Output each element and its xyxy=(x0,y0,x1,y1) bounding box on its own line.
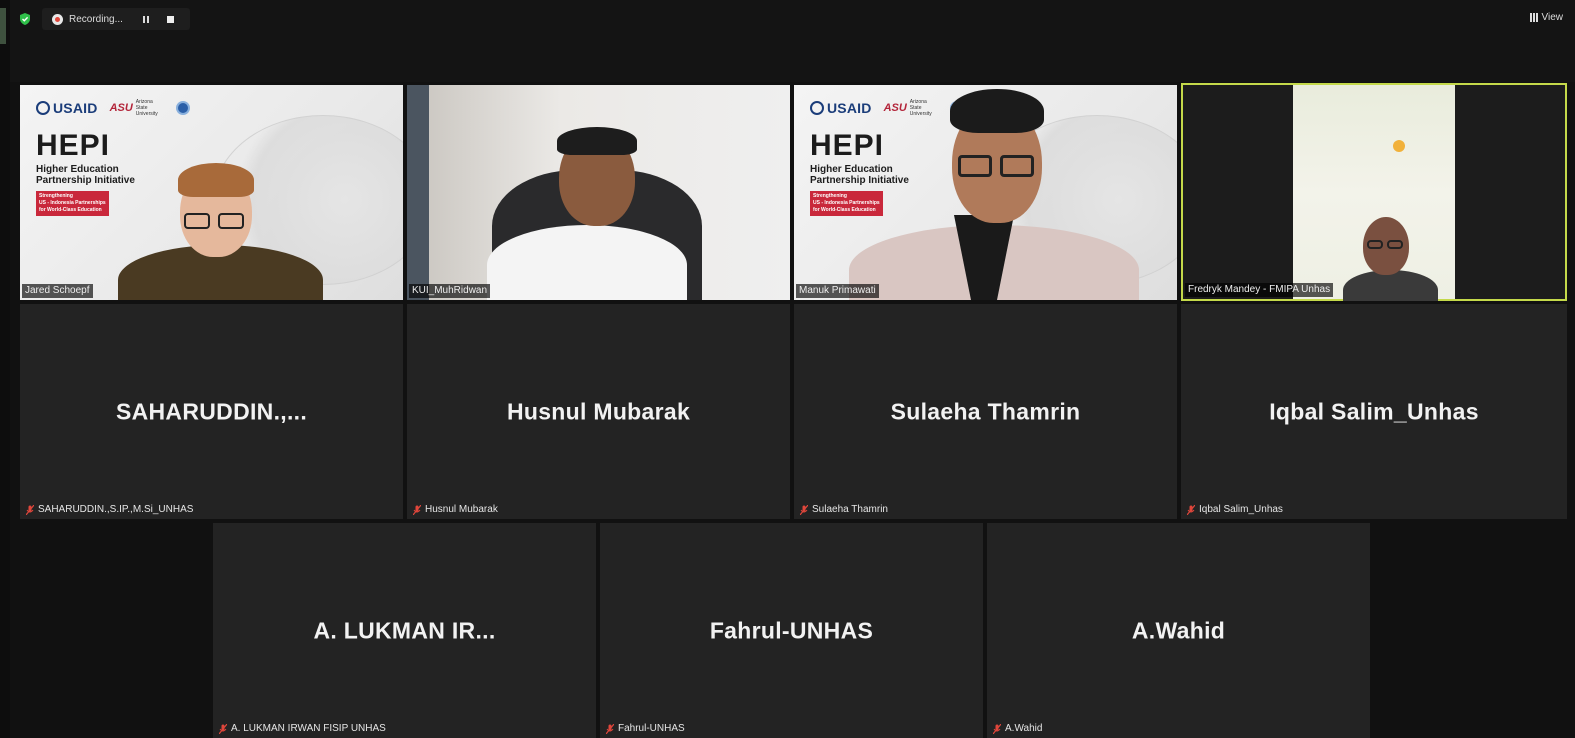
muted-mic-icon xyxy=(800,504,808,515)
participant-name: Fahrul-UNHAS xyxy=(618,723,685,734)
participant-display-name: SAHARUDDIN.,... xyxy=(115,398,308,424)
video-tile[interactable]: KUI_MuhRidwan xyxy=(407,85,790,300)
view-label: View xyxy=(1541,12,1564,23)
participant-name: SAHARUDDIN.,S.IP.,M.Si_UNHAS xyxy=(38,504,194,515)
participant-label: Fahrul-UNHAS xyxy=(606,723,685,734)
muted-mic-icon xyxy=(413,504,421,515)
background-object xyxy=(407,85,429,300)
glasses xyxy=(958,155,992,177)
participant-hair xyxy=(950,89,1044,133)
hepi-subtitle-line: Higher Education xyxy=(36,164,119,175)
participant-name: Iqbal Salim_Unhas xyxy=(1199,504,1283,515)
participant-label: Iqbal Salim_Unhas xyxy=(1187,504,1283,515)
hepi-subtitle: Higher Education Partnership Initiative xyxy=(810,164,909,186)
hepi-title: HEPI xyxy=(810,129,885,162)
usaid-seal-icon xyxy=(36,101,50,115)
recording-label: Recording... xyxy=(69,13,123,25)
muted-mic-icon xyxy=(219,723,227,734)
participant-tile[interactable]: Husnul Mubarak Husnul Mubarak xyxy=(407,304,790,519)
participant-tile[interactable]: Fahrul-UNHAS Fahrul-UNHAS xyxy=(600,523,983,738)
participant-tile[interactable]: A.Wahid A.Wahid xyxy=(987,523,1370,738)
sponsor-logos: USAID ASU Arizona State University xyxy=(36,99,190,117)
video-tile[interactable]: USAID ASU Arizona State University HEPI … xyxy=(794,85,1177,300)
hepi-tag-line: for World-Class Education xyxy=(39,207,102,213)
background-object xyxy=(1393,140,1405,152)
glasses xyxy=(1367,240,1383,249)
view-button[interactable]: View xyxy=(1529,12,1564,23)
participant-name: Fredryk Mandey - FMIPA Unhas xyxy=(1185,283,1334,297)
glasses xyxy=(1387,240,1403,249)
participant-hair xyxy=(557,127,637,155)
participant-tile[interactable]: Sulaeha Thamrin Sulaeha Thamrin xyxy=(794,304,1177,519)
participant-figure xyxy=(487,225,687,300)
participant-label: Husnul Mubarak xyxy=(413,504,498,515)
hepi-tag-line: Strengthening xyxy=(813,193,847,199)
asu-logo-text: ASU xyxy=(109,102,133,114)
shield-check-icon[interactable] xyxy=(18,12,32,26)
pause-icon xyxy=(147,15,149,23)
hepi-tag-line: US - Indonesia Partnerships xyxy=(39,200,106,206)
participant-label: Sulaeha Thamrin xyxy=(800,504,888,515)
window-left-edge xyxy=(0,0,10,738)
participant-display-name: A. LUKMAN IR... xyxy=(313,617,496,643)
hepi-subtitle-line: Higher Education xyxy=(810,164,893,175)
hepi-title: HEPI xyxy=(36,129,111,162)
video-feed xyxy=(1293,85,1455,301)
hepi-tagline: Strengthening US - Indonesia Partnership… xyxy=(36,191,109,216)
video-tile[interactable]: USAID ASU Arizona State University HEPI … xyxy=(20,85,403,300)
asu-subtitle: Arizona State University xyxy=(909,99,932,117)
ministry-seal-icon xyxy=(175,101,190,115)
muted-mic-icon xyxy=(26,504,34,515)
recording-indicator: Recording... xyxy=(42,8,190,30)
hepi-subtitle-line: Partnership Initiative xyxy=(36,175,135,186)
glasses xyxy=(1000,155,1034,177)
participant-label: SAHARUDDIN.,S.IP.,M.Si_UNHAS xyxy=(26,504,193,515)
sponsor-logos: USAID ASU Arizona State University xyxy=(810,99,964,117)
participant-label: A.Wahid xyxy=(993,723,1042,734)
usaid-seal-icon xyxy=(810,101,824,115)
participant-hair xyxy=(178,163,254,197)
hepi-subtitle: Higher Education Partnership Initiative xyxy=(36,164,135,186)
participant-label: A. LUKMAN IRWAN FISIP UNHAS xyxy=(219,723,386,734)
hepi-tagline: Strengthening US - Indonesia Partnership… xyxy=(810,191,883,216)
glasses xyxy=(184,213,210,229)
participant-display-name: Iqbal Salim_Unhas xyxy=(1269,398,1479,424)
pause-icon xyxy=(143,15,145,23)
gallery-view-icon xyxy=(1529,13,1538,22)
stop-icon xyxy=(166,15,174,23)
asu-logo-text: ASU xyxy=(883,102,907,114)
record-icon xyxy=(52,13,63,25)
participant-display-name: Fahrul-UNHAS xyxy=(709,617,874,643)
muted-mic-icon xyxy=(993,723,1001,734)
participant-name: KUI_MuhRidwan xyxy=(409,284,491,298)
meeting-top-bar xyxy=(0,0,1575,82)
hepi-tag-line: Strengthening xyxy=(39,193,73,199)
muted-mic-icon xyxy=(606,723,614,734)
muted-mic-icon xyxy=(1187,504,1195,515)
participant-name: A.Wahid xyxy=(1005,723,1043,734)
pause-recording-button[interactable] xyxy=(137,12,155,26)
usaid-logo-text: USAID xyxy=(827,100,872,116)
participant-tile[interactable]: Iqbal Salim_Unhas Iqbal Salim_Unhas xyxy=(1181,304,1567,519)
hepi-subtitle-line: Partnership Initiative xyxy=(810,175,909,186)
participant-tile[interactable]: A. LUKMAN IR... A. LUKMAN IRWAN FISIP UN… xyxy=(213,523,596,738)
glasses xyxy=(218,213,244,229)
participant-tile[interactable]: SAHARUDDIN.,... SAHARUDDIN.,S.IP.,M.Si_U… xyxy=(20,304,403,519)
hepi-tag-line: US - Indonesia Partnerships xyxy=(813,200,880,206)
participant-display-name: Sulaeha Thamrin xyxy=(890,398,1081,424)
participant-name: Husnul Mubarak xyxy=(425,504,498,515)
hepi-tag-line: for World-Class Education xyxy=(813,207,876,213)
video-tile-active-speaker[interactable]: Fredryk Mandey - FMIPA Unhas xyxy=(1181,83,1567,301)
stop-recording-button[interactable] xyxy=(161,12,179,26)
side-panel-strip xyxy=(0,8,6,44)
participant-name: A. LUKMAN IRWAN FISIP UNHAS xyxy=(231,723,386,734)
asu-subtitle: Arizona State University xyxy=(135,99,158,117)
participant-name: Manuk Primawati xyxy=(796,284,879,298)
usaid-logo-text: USAID xyxy=(53,100,98,116)
participant-name: Sulaeha Thamrin xyxy=(812,504,888,515)
participant-display-name: Husnul Mubarak xyxy=(506,398,691,424)
participant-display-name: A.Wahid xyxy=(1131,617,1226,643)
participant-name: Jared Schoepf xyxy=(22,284,93,298)
